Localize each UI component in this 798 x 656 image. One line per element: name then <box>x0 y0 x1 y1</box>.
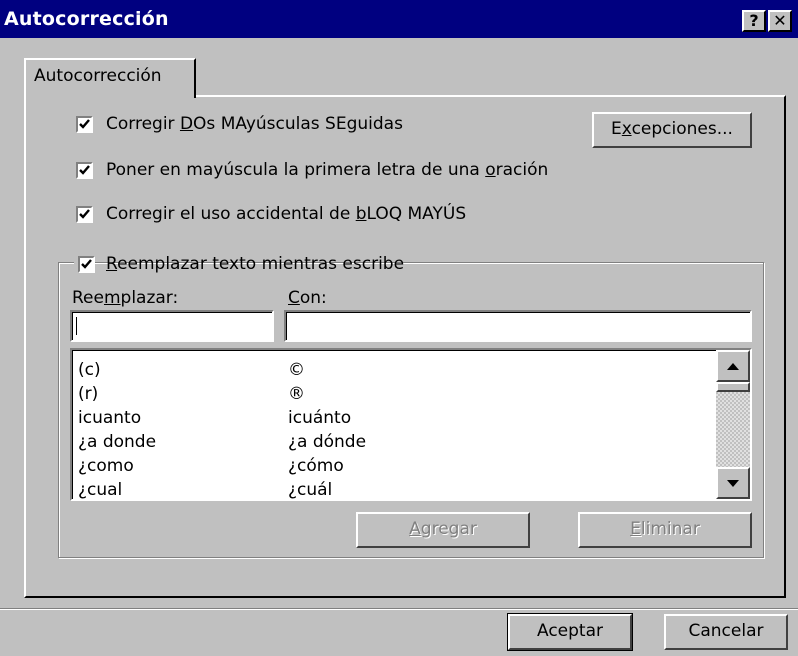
list-item[interactable]: icuanto icuánto <box>78 408 351 430</box>
exceptions-button[interactable]: Excepciones... <box>592 112 752 148</box>
checkmark-icon <box>79 209 90 219</box>
checkbox-caps-lock[interactable] <box>76 206 93 223</box>
list-item[interactable]: (r) ® <box>78 384 305 406</box>
list-item[interactable]: ¿como ¿cómo <box>78 456 344 478</box>
delete-button[interactable]: Eliminar <box>578 512 752 548</box>
help-button[interactable]: ? <box>742 10 766 32</box>
replace-text-label[interactable]: Reemplazar texto mientras escribe <box>106 254 404 274</box>
arrow-down-icon <box>727 480 739 487</box>
add-button[interactable]: Agregar <box>356 512 530 548</box>
window-title: Autocorrección <box>4 8 169 30</box>
replace-input[interactable] <box>70 310 274 342</box>
scroll-up-button[interactable] <box>716 350 750 382</box>
close-icon: ✕ <box>773 11 787 30</box>
ok-button[interactable]: Aceptar <box>508 614 632 650</box>
option-caps-lock-label[interactable]: Corregir el uso accidental de bLOQ MAYÚS <box>106 204 466 224</box>
checkmark-icon <box>81 259 92 269</box>
list-item[interactable]: (c) © <box>78 360 305 382</box>
list-scrollbar[interactable] <box>716 350 750 499</box>
divider <box>0 608 798 610</box>
tab-autocorreccion[interactable]: Autocorrección <box>24 58 196 98</box>
checkmark-icon <box>79 119 90 129</box>
scroll-down-button[interactable] <box>716 467 750 499</box>
with-input[interactable] <box>284 310 752 342</box>
cancel-button[interactable]: Cancelar <box>664 614 788 650</box>
list-item[interactable]: ¿cual ¿cuál <box>78 480 332 499</box>
text-cursor <box>76 317 77 335</box>
scroll-thumb[interactable] <box>716 382 750 392</box>
autocorrect-list[interactable]: (c) © (r) ® icuanto icuánto ¿a donde ¿a dónd… <box>70 348 752 501</box>
list-item[interactable]: ¿a donde ¿a dónde <box>78 432 366 454</box>
checkbox-capitalize-sentence[interactable] <box>76 162 93 179</box>
checkbox-replace-text[interactable] <box>78 256 95 273</box>
close-button[interactable]: ✕ <box>768 10 792 32</box>
option-two-capitals-label[interactable]: Corregir DOs MAyúsculas SEguidas <box>106 114 403 134</box>
option-capitalize-sentence-label[interactable]: Poner en mayúscula la primera letra de u… <box>106 160 548 180</box>
help-icon: ? <box>749 11 759 30</box>
replace-field-label: Reemplazar: <box>72 288 179 308</box>
with-field-label: Con: <box>288 288 327 308</box>
arrow-up-icon <box>727 363 739 370</box>
checkmark-icon <box>79 165 90 175</box>
tab-label: Autocorrección <box>34 66 162 86</box>
checkbox-two-capitals[interactable] <box>76 116 93 133</box>
